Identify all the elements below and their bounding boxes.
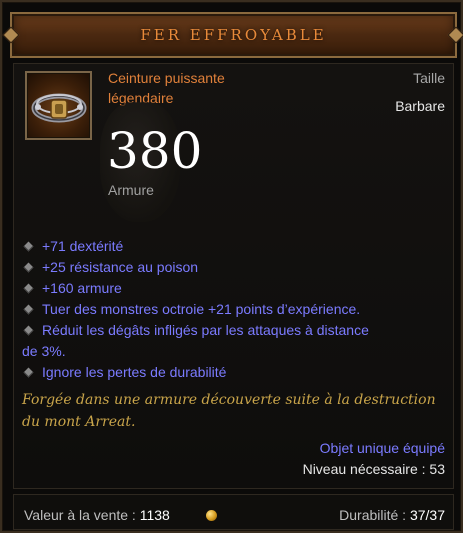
unique-equipped-label: Objet unique équipé xyxy=(319,440,445,456)
item-slot: Taille xyxy=(413,70,445,86)
item-type-line1: Ceinture puissante xyxy=(108,70,225,86)
sell-value: Valeur à la vente : 1138 xyxy=(24,507,170,523)
durability-value: 37/37 xyxy=(409,507,445,523)
item-icon-frame xyxy=(25,71,92,140)
affix-item: +160 armure xyxy=(22,278,442,299)
bullet-icon xyxy=(23,241,34,252)
bullet-icon xyxy=(23,367,34,378)
durability-label: Durabilité : xyxy=(339,507,410,523)
durability: Durabilité : 37/37 xyxy=(339,507,445,523)
gold-coin-icon xyxy=(206,510,217,521)
bullet-icon xyxy=(23,325,34,336)
affix-item: +71 dextérité xyxy=(22,236,442,257)
flavor-text: Forgée dans une armure découverte suite … xyxy=(22,392,436,430)
armor-value: 380 xyxy=(107,122,203,180)
belt-icon xyxy=(31,93,87,123)
affix-item: Tuer des monstres octroie +21 points d’e… xyxy=(22,299,442,320)
armor-label: Armure xyxy=(108,182,154,198)
bullet-icon xyxy=(23,304,34,315)
item-tooltip: FER EFFROYABLE Ceinture puissante légend… xyxy=(0,0,463,533)
affix-list: +71 dextérité +25 résistance au poison +… xyxy=(22,236,442,383)
affix-wrap-line: de 3%. xyxy=(22,343,66,359)
bullet-icon xyxy=(23,262,34,273)
item-title: FER EFFROYABLE xyxy=(140,26,327,44)
affix-item: +25 résistance au poison xyxy=(22,257,442,278)
affix-item: Ignore les pertes de durabilité xyxy=(22,362,442,383)
bullet-icon xyxy=(23,283,34,294)
item-class: Barbare xyxy=(395,98,445,114)
level-requirement: Niveau nécessaire : 53 xyxy=(302,461,445,477)
affix-item: Réduit les dégâts infligés par les attaq… xyxy=(22,320,442,362)
sell-amount: 1138 xyxy=(139,507,170,523)
sell-label: Valeur à la vente : xyxy=(24,507,140,523)
tooltip-header: FER EFFROYABLE xyxy=(10,12,457,58)
